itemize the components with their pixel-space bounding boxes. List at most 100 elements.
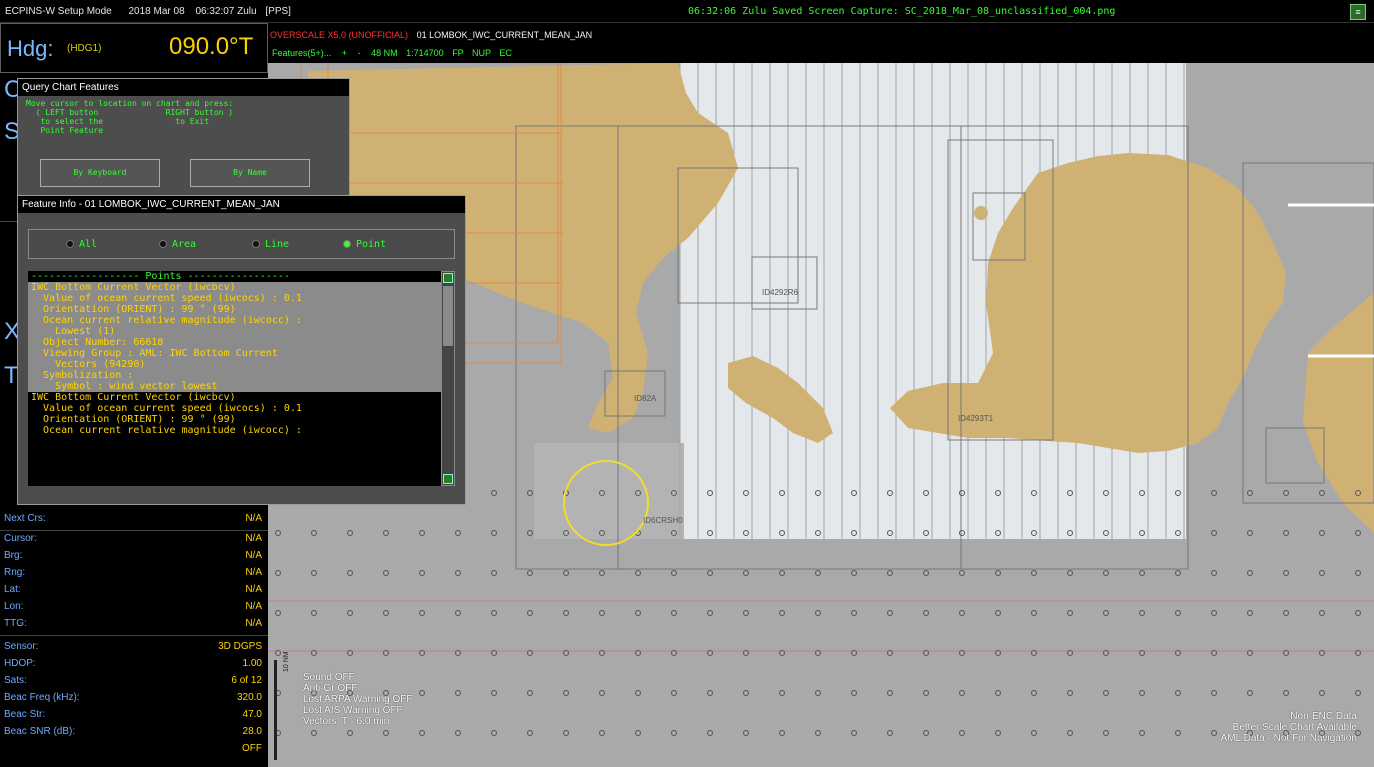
by-name-button[interactable]: By Name bbox=[190, 159, 310, 187]
radio-icon bbox=[343, 240, 351, 248]
feature-line[interactable]: Object Number: 66618 bbox=[28, 337, 441, 348]
scroll-up-icon[interactable] bbox=[443, 273, 453, 283]
nav-row: Sats: 6 of 12 bbox=[4, 675, 262, 690]
nav-row: Cursor: N/A bbox=[4, 533, 262, 548]
current-vector-point bbox=[923, 570, 929, 576]
current-vector-point bbox=[1283, 490, 1289, 496]
filter-all-radio[interactable]: All bbox=[66, 239, 97, 250]
nav-row-value: N/A bbox=[245, 550, 262, 561]
nav-row-value: 3D DGPS bbox=[218, 641, 262, 652]
nav-row-value: 47.0 bbox=[242, 709, 262, 720]
current-vector-point bbox=[743, 610, 749, 616]
nav-row-label: Rng: bbox=[4, 567, 26, 578]
nav-row-label: Cursor: bbox=[4, 533, 37, 544]
nav-row-value: N/A bbox=[245, 601, 262, 612]
notice-line: Better Scale Chart Available bbox=[1232, 722, 1357, 733]
overscale-warning: OVERSCALE X5.0 (UNOFFICIAL) bbox=[270, 30, 409, 40]
feature-line[interactable]: Viewing Group : AML: IWC Bottom Current bbox=[28, 348, 441, 359]
feature-line[interactable]: Ocean current relative magnitude (iwcocc… bbox=[28, 425, 441, 436]
current-vector-point bbox=[1247, 690, 1253, 696]
date-label: 2018 Mar 08 bbox=[128, 6, 185, 17]
current-vector-point bbox=[1247, 530, 1253, 536]
ec-button[interactable]: EC bbox=[499, 48, 512, 58]
feature-line[interactable]: Vectors (94290) bbox=[28, 359, 441, 370]
feature-line[interactable]: Ocean current relative magnitude (iwcocc… bbox=[28, 315, 441, 326]
nav-row-value: 28.0 bbox=[242, 726, 262, 737]
feature-line[interactable]: Symbolization : bbox=[28, 370, 441, 381]
nav-row-label: Sats: bbox=[4, 675, 27, 686]
chart-toolbar: Features(5+)... + - 48 NM 1:714700 FP NU… bbox=[272, 48, 512, 58]
current-vector-point bbox=[1319, 530, 1325, 536]
current-vector-point bbox=[851, 690, 857, 696]
nav-row: Sensor: 3D DGPS bbox=[4, 641, 262, 656]
current-vector-point bbox=[1139, 690, 1145, 696]
current-vector-point bbox=[347, 610, 353, 616]
nav-row-value: 1.00 bbox=[242, 658, 262, 669]
current-vector-point bbox=[419, 530, 425, 536]
feature-line[interactable]: Symbol : wind vector lowest bbox=[28, 381, 441, 392]
feature-line[interactable]: ------------------ Points --------------… bbox=[28, 271, 441, 282]
current-vector-point bbox=[1139, 570, 1145, 576]
current-vector-point bbox=[383, 610, 389, 616]
current-vector-point bbox=[1067, 570, 1073, 576]
menu-icon[interactable]: ≡ bbox=[1350, 4, 1366, 20]
filter-point-radio[interactable]: Point bbox=[343, 239, 386, 250]
dialog-title: Feature Info - 01 LOMBOK_IWC_CURRENT_MEA… bbox=[18, 196, 465, 213]
feature-line[interactable]: Value of ocean current speed (iwcocs) : … bbox=[28, 403, 441, 414]
current-vector-point bbox=[815, 610, 821, 616]
current-vector-point bbox=[599, 730, 605, 736]
time-label: 06:32:07 Zulu bbox=[195, 6, 257, 17]
features-button[interactable]: Features(5+)... bbox=[272, 48, 331, 58]
current-vector-point bbox=[1103, 690, 1109, 696]
radio-icon bbox=[66, 240, 74, 248]
current-vector-point bbox=[491, 490, 497, 496]
scale-label[interactable]: 1:714700 bbox=[406, 48, 444, 58]
current-vector-point bbox=[383, 730, 389, 736]
current-vector-point bbox=[1031, 570, 1037, 576]
current-vector-point bbox=[959, 690, 965, 696]
nav-row-label: Brg: bbox=[4, 550, 23, 561]
by-keyboard-button[interactable]: By Keyboard bbox=[40, 159, 160, 187]
heading-source: (HDG1) bbox=[67, 43, 102, 54]
feature-line[interactable]: Value of ocean current speed (iwcocs) : … bbox=[28, 293, 441, 304]
divider bbox=[0, 635, 268, 636]
feature-line[interactable]: IWC Bottom Current Vector (iwcbcv) bbox=[28, 392, 441, 403]
zoom-in-button[interactable]: + bbox=[342, 48, 347, 58]
feature-line[interactable]: Lowest (1) bbox=[28, 326, 441, 337]
range-label[interactable]: 48 NM bbox=[371, 48, 398, 58]
zoom-out-button[interactable]: - bbox=[358, 48, 361, 58]
current-vector-point bbox=[563, 690, 569, 696]
current-vector-point bbox=[311, 530, 317, 536]
scale-bar bbox=[274, 660, 277, 760]
instruction-line: Move cursor to location on chart and pre… bbox=[26, 99, 234, 108]
filter-line-radio[interactable]: Line bbox=[252, 239, 289, 250]
current-vector-point bbox=[311, 610, 317, 616]
chart-name: 01 LOMBOK_IWC_CURRENT_MEAN_JAN bbox=[416, 30, 593, 40]
current-vector-point bbox=[527, 690, 533, 696]
scroll-down-icon[interactable] bbox=[443, 474, 453, 484]
status-line: Anti-Gr OFF bbox=[303, 683, 358, 694]
current-vector-point bbox=[815, 730, 821, 736]
feature-line[interactable]: IWC Bottom Current Vector (iwcbcv) bbox=[28, 282, 441, 293]
current-vector-point bbox=[995, 610, 1001, 616]
heading-value: 090.0°T bbox=[169, 33, 254, 60]
feature-line[interactable]: Orientation (ORIENT) : 99 ° (99) bbox=[28, 304, 441, 315]
orientation-button[interactable]: NUP bbox=[472, 48, 491, 58]
current-vector-point bbox=[743, 690, 749, 696]
current-vector-point bbox=[851, 610, 857, 616]
current-vector-point bbox=[959, 730, 965, 736]
current-vector-point bbox=[635, 690, 641, 696]
filter-area-radio[interactable]: Area bbox=[159, 239, 196, 250]
nav-row: Rng: N/A bbox=[4, 567, 262, 582]
points-list[interactable]: ------------------ Points --------------… bbox=[28, 271, 441, 486]
current-vector-point bbox=[1031, 610, 1037, 616]
scroll-thumb[interactable] bbox=[443, 286, 453, 346]
instruction-line: to select the to Exit bbox=[26, 117, 210, 126]
feature-line[interactable]: Orientation (ORIENT) : 99 ° (99) bbox=[28, 414, 441, 425]
current-vector-point bbox=[455, 730, 461, 736]
current-vector-point bbox=[563, 610, 569, 616]
fp-button[interactable]: FP bbox=[452, 48, 463, 58]
current-vector-point bbox=[923, 690, 929, 696]
nav-row: Lon: N/A bbox=[4, 601, 262, 616]
points-scrollbar[interactable] bbox=[441, 271, 455, 486]
